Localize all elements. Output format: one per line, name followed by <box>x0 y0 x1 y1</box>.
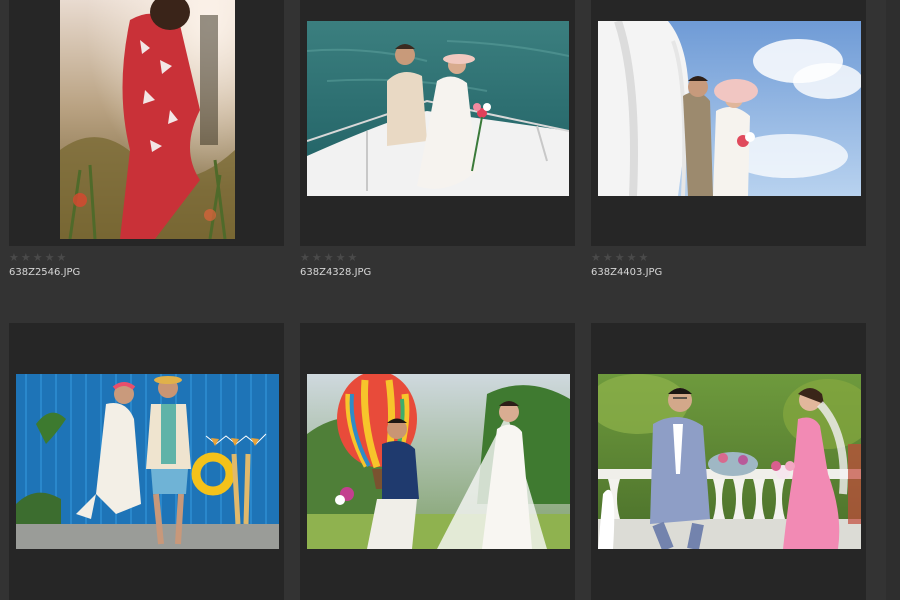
star-icon[interactable]: ★ <box>45 252 55 264</box>
star-rating[interactable]: ★ ★ ★ ★ ★ <box>300 252 357 264</box>
thumbnail-image[interactable] <box>598 21 861 196</box>
thumbnail-card[interactable] <box>9 0 284 246</box>
grid-cell: ★ ★ ★ ★ ★ 638Z2546.JPG <box>9 0 284 300</box>
thumbnail-card[interactable] <box>9 323 284 600</box>
star-icon[interactable]: ★ <box>639 252 649 264</box>
grid-cell <box>591 323 866 600</box>
star-icon[interactable]: ★ <box>300 252 310 264</box>
thumbnail-card[interactable] <box>300 0 575 246</box>
star-icon[interactable]: ★ <box>9 252 19 264</box>
star-icon[interactable]: ★ <box>57 252 67 264</box>
filename-label: 638Z2546.JPG <box>9 267 81 278</box>
star-icon[interactable]: ★ <box>591 252 601 264</box>
star-icon[interactable]: ★ <box>312 252 322 264</box>
star-icon[interactable]: ★ <box>336 252 346 264</box>
scrollbar-track[interactable] <box>886 0 900 600</box>
grid-cell <box>300 323 575 600</box>
star-icon[interactable]: ★ <box>348 252 358 264</box>
star-icon[interactable]: ★ <box>21 252 31 264</box>
grid-cell: ★ ★ ★ ★ ★ 638Z4328.JPG <box>300 0 575 300</box>
thumbnail-image[interactable] <box>16 374 279 549</box>
star-rating[interactable]: ★ ★ ★ ★ ★ <box>9 252 66 264</box>
grid-cell: ★ ★ ★ ★ ★ 638Z4403.JPG <box>591 0 866 300</box>
star-rating[interactable]: ★ ★ ★ ★ ★ <box>591 252 648 264</box>
star-icon[interactable]: ★ <box>603 252 613 264</box>
star-icon[interactable]: ★ <box>615 252 625 264</box>
thumbnail-image[interactable] <box>307 374 570 549</box>
thumbnail-image[interactable] <box>307 21 569 196</box>
thumbnail-card[interactable] <box>591 323 866 600</box>
filename-label: 638Z4403.JPG <box>591 267 663 278</box>
star-icon[interactable]: ★ <box>627 252 637 264</box>
thumbnail-grid: ★ ★ ★ ★ ★ 638Z2546.JPG ★ ★ ★ ★ ★ 638Z432… <box>0 0 900 600</box>
grid-cell <box>9 323 284 600</box>
thumbnail-image[interactable] <box>60 0 235 239</box>
star-icon[interactable]: ★ <box>324 252 334 264</box>
thumbnail-image[interactable] <box>598 374 861 549</box>
star-icon[interactable]: ★ <box>33 252 43 264</box>
thumbnail-card[interactable] <box>300 323 575 600</box>
filename-label: 638Z4328.JPG <box>300 267 372 278</box>
thumbnail-card[interactable] <box>591 0 866 246</box>
